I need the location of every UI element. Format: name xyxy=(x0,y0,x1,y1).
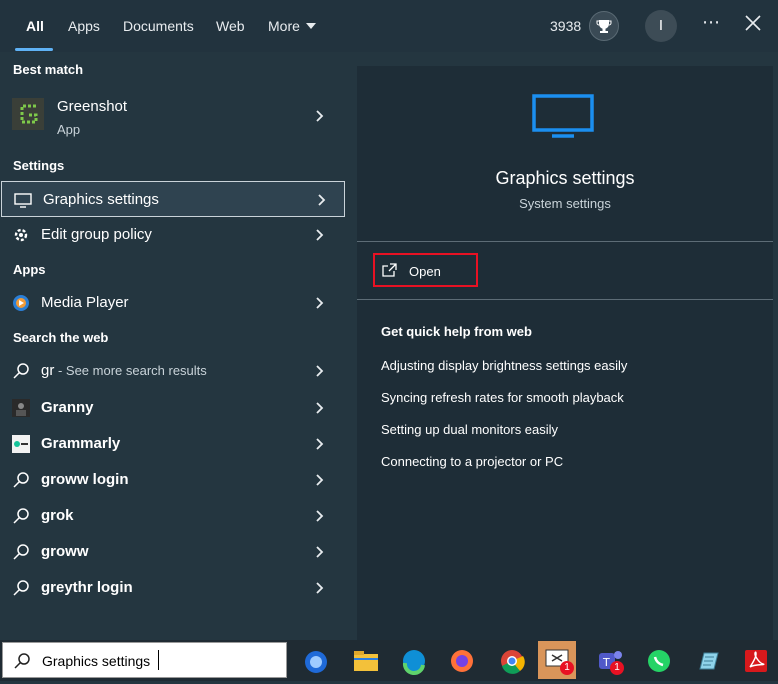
close-icon[interactable] xyxy=(744,14,762,32)
group-policy-icon xyxy=(14,228,28,242)
greenshot-name: Greenshot xyxy=(57,98,128,115)
edge-icon[interactable] xyxy=(398,645,430,677)
web-result-label: Granny xyxy=(41,399,94,416)
open-label: Open xyxy=(409,264,441,279)
web-result-granny[interactable]: Granny xyxy=(0,390,346,426)
open-external-icon xyxy=(382,263,397,277)
tab-more-label: More xyxy=(268,18,300,34)
web-result-groww-login[interactable]: groww login xyxy=(0,462,346,498)
search-icon xyxy=(13,580,29,596)
grammarly-thumbnail-icon xyxy=(12,435,30,453)
file-explorer-icon[interactable] xyxy=(350,645,382,677)
chevron-right-icon[interactable] xyxy=(314,365,324,377)
web-result-groww[interactable]: groww xyxy=(0,534,346,570)
help-link[interactable]: Syncing refresh rates for smooth playbac… xyxy=(381,390,624,405)
snipping-tool-icon[interactable]: 1 xyxy=(538,641,576,679)
chevron-right-icon[interactable] xyxy=(314,402,324,414)
media-player-icon xyxy=(13,295,29,311)
account-avatar[interactable]: I xyxy=(645,10,677,42)
taskbar-search-input[interactable]: Graphics settings xyxy=(2,642,287,678)
tab-all-indicator xyxy=(15,48,53,51)
result-label: Media Player xyxy=(41,294,129,311)
web-result-label: grok xyxy=(41,507,74,524)
tab-documents[interactable]: Documents xyxy=(123,18,194,34)
rewards-points[interactable]: 3938 xyxy=(550,18,581,34)
text-cursor xyxy=(158,650,159,670)
chevron-right-icon[interactable] xyxy=(314,582,324,594)
web-result-grok[interactable]: grok xyxy=(0,498,346,534)
preview-subtitle: System settings xyxy=(519,196,611,211)
best-match-item-greenshot[interactable]: Greenshot App xyxy=(0,92,346,144)
greenshot-type: App xyxy=(57,122,81,137)
chevron-right-icon[interactable] xyxy=(314,474,324,486)
search-icon xyxy=(13,544,29,560)
result-graphics-settings[interactable]: Graphics settings xyxy=(1,181,345,217)
web-result-gr[interactable]: gr - See more search results xyxy=(0,353,346,389)
web-result-label: gr - See more search results xyxy=(41,362,207,379)
open-action[interactable]: Open xyxy=(373,253,478,287)
tab-all[interactable]: All xyxy=(26,18,44,34)
chevron-right-icon[interactable] xyxy=(314,297,324,309)
tab-more[interactable]: More xyxy=(268,18,316,34)
settings-heading: Settings xyxy=(13,158,65,173)
chrome-icon[interactable] xyxy=(496,645,528,677)
results-list: Best match Greenshot App Settings Graphi… xyxy=(0,52,346,640)
result-media-player[interactable]: Media Player xyxy=(0,285,346,321)
chevron-right-icon[interactable] xyxy=(316,194,326,206)
tab-apps[interactable]: Apps xyxy=(68,18,100,34)
notepad-icon[interactable] xyxy=(692,645,724,677)
result-label: Graphics settings xyxy=(43,191,159,208)
web-query: gr xyxy=(41,362,55,379)
search-icon xyxy=(13,508,29,524)
rewards-trophy-icon[interactable] xyxy=(589,11,619,41)
search-icon xyxy=(13,363,29,379)
best-match-heading: Best match xyxy=(13,62,84,77)
web-query-suffix: - See more search results xyxy=(54,363,207,378)
web-result-grammarly[interactable]: Grammarly xyxy=(0,426,346,462)
search-top-bar: All Apps Documents Web More 3938 I ⋯ xyxy=(0,0,778,52)
apps-heading: Apps xyxy=(13,262,46,277)
chevron-right-icon[interactable] xyxy=(314,229,324,241)
firefox-icon[interactable] xyxy=(446,645,478,677)
chevron-right-icon[interactable] xyxy=(314,110,324,122)
result-label: Edit group policy xyxy=(41,226,152,243)
web-result-label: groww login xyxy=(41,471,129,488)
search-web-heading: Search the web xyxy=(13,330,109,345)
web-result-label: groww xyxy=(41,543,89,560)
help-link[interactable]: Connecting to a projector or PC xyxy=(381,454,563,469)
chevron-right-icon[interactable] xyxy=(314,438,324,450)
web-result-greythr-login[interactable]: greythr login xyxy=(0,570,346,606)
search-icon xyxy=(13,472,29,488)
notification-badge: 1 xyxy=(610,661,624,675)
web-result-label: greythr login xyxy=(41,579,133,596)
tab-web[interactable]: Web xyxy=(216,18,245,34)
preview-title: Graphics settings xyxy=(495,168,635,188)
more-options-icon[interactable]: ⋯ xyxy=(702,12,721,33)
monitor-icon xyxy=(14,193,32,208)
search-icon xyxy=(14,653,30,669)
divider xyxy=(357,241,773,242)
whatsapp-icon[interactable] xyxy=(643,645,675,677)
divider xyxy=(357,299,773,300)
monitor-large-icon xyxy=(532,94,594,138)
granny-thumbnail-icon xyxy=(12,399,30,417)
preview-pane xyxy=(357,66,773,640)
help-link[interactable]: Setting up dual monitors easily xyxy=(381,422,558,437)
teams-icon[interactable]: T 1 xyxy=(594,645,626,677)
greenshot-icon xyxy=(12,98,44,130)
acrobat-icon[interactable] xyxy=(740,645,772,677)
quick-help-heading: Get quick help from web xyxy=(381,324,532,339)
chevron-right-icon[interactable] xyxy=(314,546,324,558)
svg-text:T: T xyxy=(602,656,610,669)
chevron-right-icon[interactable] xyxy=(314,510,324,522)
web-result-label: Grammarly xyxy=(41,435,121,452)
notification-badge: 1 xyxy=(560,661,574,675)
help-link[interactable]: Adjusting display brightness settings ea… xyxy=(381,358,627,373)
thunderbird-icon[interactable] xyxy=(300,645,332,677)
result-edit-group-policy[interactable]: Edit group policy xyxy=(0,217,346,253)
caret-down-icon xyxy=(305,23,316,29)
search-query: Graphics settings xyxy=(42,653,151,669)
